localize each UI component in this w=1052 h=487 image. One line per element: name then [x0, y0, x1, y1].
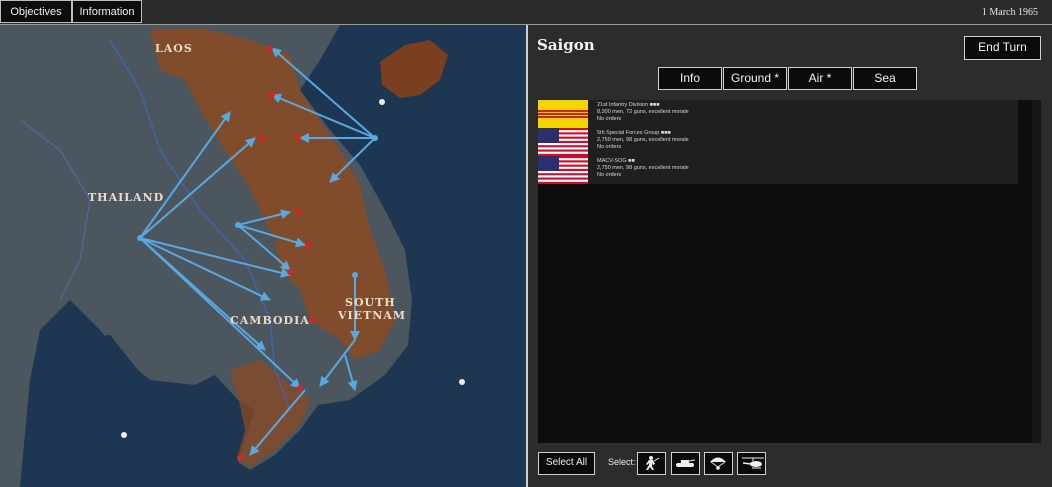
select-airborne-button[interactable] [704, 452, 733, 475]
infantry-icon [646, 456, 660, 470]
select-armor-button[interactable] [671, 452, 700, 475]
paratrooper-icon [710, 457, 726, 470]
select-infantry-button[interactable] [637, 452, 666, 475]
unit-name: MACV-SOG ■■ [597, 158, 635, 164]
select-label: Select: [608, 457, 636, 467]
south-vietnam-flag-icon [538, 100, 588, 128]
map-label-thailand: THAILAND [88, 191, 164, 204]
top-bar: Objectives Information 1 March 1965 [0, 0, 1052, 25]
map-label-cambodia: CAMBODIA [230, 314, 310, 327]
unit-list[interactable]: 21st Infantry Division ■■■ 8,300 men, 72… [538, 100, 1041, 443]
unit-info: MACV-SOG ■■ 2,750 men, 98 guns, excellen… [597, 158, 689, 178]
unit-orders: No orders [597, 143, 622, 150]
unit-orders: No orders [597, 171, 622, 178]
objectives-button[interactable]: Objectives [0, 0, 72, 23]
tab-info[interactable]: Info [658, 67, 722, 90]
unit-name: 5th Special Forces Group ■■■ [597, 130, 671, 136]
map-label-vietnam: VIETNAM [337, 309, 406, 322]
unit-name: 21st Infantry Division ■■■ [597, 102, 660, 108]
map-canvas[interactable]: LAOS THAILAND CAMBODIA SOUTH VIETNAM [0, 25, 526, 487]
unit-stats: 8,300 men, 72 guns, excellent morale [597, 108, 689, 115]
tab-ground[interactable]: Ground * [723, 67, 787, 90]
select-helicopter-button[interactable] [737, 452, 766, 475]
panel-tabs: Info Ground * Air * Sea [658, 67, 918, 91]
end-turn-button[interactable]: End Turn [964, 36, 1041, 60]
unit-info: 5th Special Forces Group ■■■ 2,750 men, … [597, 130, 689, 150]
unit-stats: 2,750 men, 98 guns, excellent morale [597, 164, 689, 171]
information-button[interactable]: Information [72, 0, 142, 23]
helicopter-icon [742, 457, 764, 469]
select-all-button[interactable]: Select All [538, 452, 595, 475]
unit-orders: No orders [597, 115, 622, 122]
us-flag-icon [538, 128, 588, 156]
map-label-laos: LAOS [155, 42, 193, 55]
us-flag-icon [538, 156, 588, 184]
campaign-map[interactable]: LAOS THAILAND CAMBODIA SOUTH VIETNAM [0, 25, 526, 487]
tab-air[interactable]: Air * [788, 67, 852, 90]
tank-icon [676, 459, 696, 467]
city-panel: Saigon End Turn Info Ground * Air * Sea … [528, 25, 1052, 487]
map-label-south: SOUTH [345, 296, 396, 309]
unit-list-scrollbar[interactable] [1032, 100, 1041, 443]
unit-row[interactable]: MACV-SOG ■■ 2,750 men, 98 guns, excellen… [538, 156, 1018, 184]
unit-info: 21st Infantry Division ■■■ 8,300 men, 72… [597, 102, 689, 122]
unit-row[interactable]: 21st Infantry Division ■■■ 8,300 men, 72… [538, 100, 1018, 128]
city-title: Saigon [537, 36, 595, 54]
tab-sea[interactable]: Sea [853, 67, 917, 90]
unit-stats: 2,750 men, 98 guns, excellent morale [597, 136, 689, 143]
unit-row[interactable]: 5th Special Forces Group ■■■ 2,750 men, … [538, 128, 1018, 156]
current-date: 1 March 1965 [981, 7, 1038, 18]
